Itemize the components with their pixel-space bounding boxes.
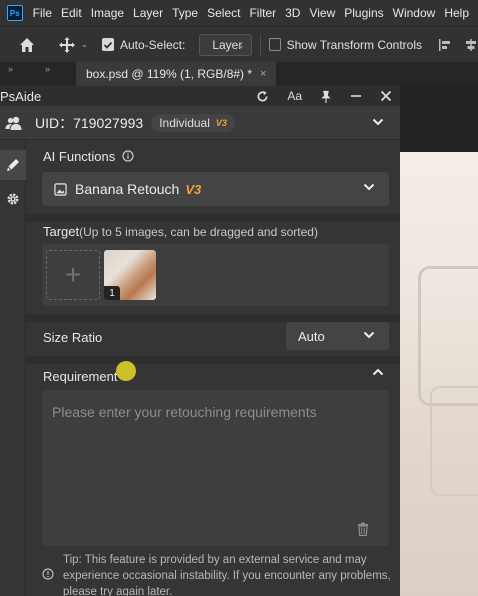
menu-view[interactable]: View xyxy=(309,6,335,20)
minimize-icon[interactable] xyxy=(350,90,362,102)
info-icon xyxy=(42,568,54,580)
menu-filter[interactable]: Filter xyxy=(249,6,276,20)
settings-tab-button[interactable] xyxy=(0,184,26,214)
user-id: UID：719027993 xyxy=(35,114,144,131)
panel-header: PsAide Aa xyxy=(0,86,400,106)
menu-bar: Ps File Edit Image Layer Type Select Fil… xyxy=(0,0,478,26)
menu-layer[interactable]: Layer xyxy=(133,6,163,20)
ai-function-value: Banana Retouch xyxy=(75,181,180,197)
size-ratio-select[interactable]: Auto xyxy=(286,322,389,350)
document-tab-bar: » » box.psd @ 119% (1, RGB/8#) * × xyxy=(0,62,478,86)
menu-edit[interactable]: Edit xyxy=(61,6,82,20)
brush-icon xyxy=(7,159,19,171)
users-icon xyxy=(5,116,22,130)
chevron-down-icon: ⌄ xyxy=(237,39,245,50)
font-size-icon[interactable]: Aa xyxy=(287,89,302,103)
close-tab-icon[interactable]: × xyxy=(260,68,266,80)
size-ratio-label: Size Ratio xyxy=(43,330,103,345)
menu-image[interactable]: Image xyxy=(91,6,124,20)
panel-side-toolbar xyxy=(0,140,26,596)
panel-content: AI Functions Banana Retouch V3 Target(Up… xyxy=(26,140,400,596)
requirement-label: Requirement xyxy=(43,369,118,384)
retouch-tab-button[interactable] xyxy=(0,150,26,180)
menu-window[interactable]: Window xyxy=(393,6,436,20)
plan-version-badge: V3 xyxy=(215,117,227,128)
canvas-tray-shape xyxy=(418,266,478,406)
align-left-icon[interactable] xyxy=(438,38,452,52)
panel-controls: Aa xyxy=(256,86,392,106)
auto-select-label: Auto-Select: xyxy=(119,37,186,52)
gear-icon xyxy=(7,193,19,205)
expand-panels-icon[interactable]: » xyxy=(37,62,74,86)
align-toolbar xyxy=(438,38,478,52)
refresh-icon[interactable] xyxy=(256,90,269,103)
document-tab-title: box.psd @ 119% (1, RGB/8#) * xyxy=(86,67,253,81)
document-tab[interactable]: box.psd @ 119% (1, RGB/8#) * × xyxy=(76,62,277,86)
menu-help[interactable]: Help xyxy=(444,6,469,20)
menu-select[interactable]: Select xyxy=(207,6,240,20)
align-center-icon[interactable] xyxy=(464,38,478,52)
ai-function-select[interactable]: Banana Retouch V3 xyxy=(42,172,389,206)
menu-3d[interactable]: 3D xyxy=(285,6,300,20)
psaide-panel: PsAide Aa UID：719027993 Individual V3 AI… xyxy=(0,86,400,596)
chevron-down-icon[interactable] xyxy=(372,117,384,127)
plan-badge: Individual V3 xyxy=(151,113,235,132)
add-image-button[interactable]: + xyxy=(46,250,100,300)
canvas-area[interactable] xyxy=(400,86,478,596)
function-version-badge: V3 xyxy=(185,181,202,197)
show-transform-label: Show Transform Controls xyxy=(286,37,423,52)
target-image-thumbnail[interactable]: 1 xyxy=(104,250,156,300)
plan-name: Individual xyxy=(159,115,210,130)
canvas-tray-shape xyxy=(430,386,478,496)
target-label: Target(Up to 5 images, can be dragged an… xyxy=(43,224,318,239)
ai-functions-label: AI Functions xyxy=(43,149,116,164)
chevron-up-icon[interactable] xyxy=(372,367,384,377)
info-icon[interactable] xyxy=(122,150,134,162)
options-bar: ⌄ Auto-Select: Layer ⌄ Show Transform Co… xyxy=(0,26,478,62)
image-icon xyxy=(54,182,67,196)
section-divider xyxy=(26,214,400,222)
auto-select-checkbox[interactable] xyxy=(102,38,114,51)
chevron-down-icon xyxy=(363,183,375,191)
tool-preset-chevron-icon[interactable]: ⌄ xyxy=(81,39,89,50)
close-icon[interactable] xyxy=(380,90,392,102)
service-tip-text: Tip: This feature is provided by an exte… xyxy=(63,554,391,596)
pin-icon[interactable] xyxy=(320,90,332,103)
trash-icon[interactable] xyxy=(357,522,369,536)
menu-plugins[interactable]: Plugins xyxy=(344,6,383,20)
divider xyxy=(259,33,261,56)
panel-title: PsAide xyxy=(0,88,42,104)
menu-file[interactable]: File xyxy=(33,6,52,20)
show-transform-checkbox[interactable] xyxy=(268,38,281,51)
move-tool-icon[interactable] xyxy=(58,35,76,55)
menu-type[interactable]: Type xyxy=(172,6,198,20)
plus-icon: + xyxy=(64,259,82,290)
chevron-down-icon xyxy=(363,331,375,339)
requirement-input[interactable] xyxy=(42,390,389,546)
home-icon[interactable] xyxy=(18,35,36,55)
user-info-row[interactable]: UID：719027993 Individual V3 xyxy=(0,106,400,140)
section-divider xyxy=(26,356,400,364)
auto-select-target-dropdown[interactable]: Layer ⌄ xyxy=(199,33,252,56)
section-divider xyxy=(26,314,400,322)
thumbnail-index: 1 xyxy=(104,286,120,300)
target-image-dropzone[interactable]: + 1 xyxy=(42,244,389,306)
target-hint: (Up to 5 images, can be dragged and sort… xyxy=(79,225,318,239)
target-label-text: Target xyxy=(43,224,80,239)
photoshop-logo-icon[interactable]: Ps xyxy=(7,5,23,21)
mouse-cursor-highlight xyxy=(116,361,136,381)
size-ratio-value: Auto xyxy=(298,328,325,344)
collapse-panels-icon[interactable]: » xyxy=(0,62,37,86)
